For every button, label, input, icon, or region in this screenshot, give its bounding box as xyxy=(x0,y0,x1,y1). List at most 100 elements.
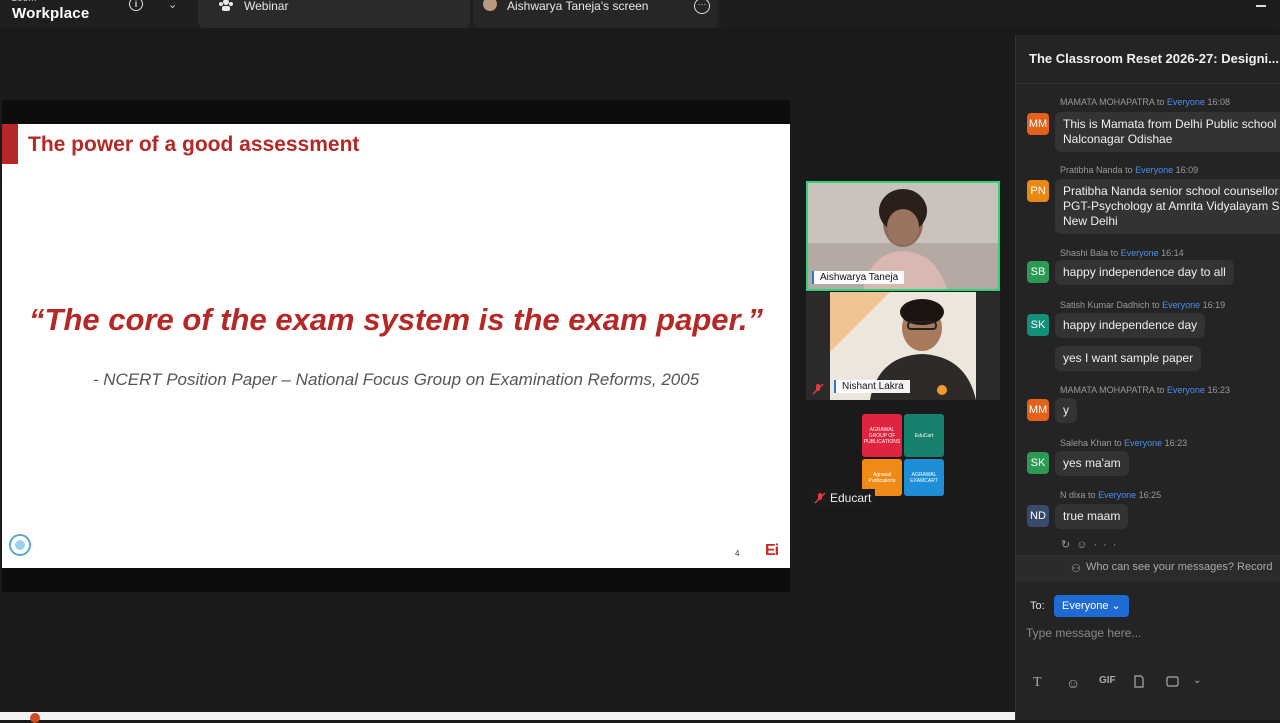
message-input[interactable] xyxy=(1024,622,1278,644)
tab-shared-screen-label: Aishwarya Taneja's screen xyxy=(507,0,649,13)
mic-off-icon xyxy=(812,382,824,395)
message-bubble[interactable]: happy independence day xyxy=(1055,313,1206,338)
reply-icon[interactable]: ↻ xyxy=(1061,539,1076,551)
to-word: to xyxy=(1156,385,1165,395)
message-time: 16:23 xyxy=(1164,438,1188,448)
slide-title: The power of a good assessment xyxy=(28,133,360,156)
tab-webinar[interactable]: Webinar xyxy=(198,0,470,28)
tab-shared-screen[interactable]: Aishwarya Taneja's screen ··· xyxy=(473,0,718,28)
message-meta: N dixa to Everyone 16:25 xyxy=(1060,490,1161,500)
message-line: y xyxy=(1063,403,1069,417)
emoji-icon[interactable]: ☺ xyxy=(1066,675,1080,691)
sender-name: MAMATA MOHAPATRA xyxy=(1060,97,1155,107)
privacy-text: Who can see your messages? Record xyxy=(1086,561,1273,573)
logo-cell-agrawal-group: AGRAWAL GROUP OF PUBLICATIONS xyxy=(862,414,902,457)
recipient[interactable]: Everyone xyxy=(1098,490,1136,500)
message-bubble[interactable]: y xyxy=(1055,398,1077,423)
message-bubble[interactable]: Pratibha Nanda senior school counsellor … xyxy=(1055,179,1280,234)
chevron-down-icon[interactable]: ⌄ xyxy=(1193,675,1201,686)
participant-name-nishant: Nishant Lakra xyxy=(834,380,910,393)
recipient[interactable]: Everyone xyxy=(1167,385,1205,395)
message-bubble[interactable]: yes I want sample paper xyxy=(1055,346,1202,371)
chat-toolbar: T ☺ GIF ⌄ xyxy=(1016,675,1280,693)
screenshot-icon[interactable] xyxy=(1166,675,1180,691)
top-bar: zoom Workplace i ⌄ Webinar Aishwarya Tan… xyxy=(0,0,1280,28)
chevron-down-icon: ⌄ xyxy=(1111,600,1121,612)
to-word: to xyxy=(1125,165,1133,175)
avatar[interactable]: SK xyxy=(1027,452,1049,474)
message-bubble[interactable]: happy independence day to all xyxy=(1055,260,1234,285)
tab-webinar-label: Webinar xyxy=(244,0,289,13)
recipient[interactable]: Everyone xyxy=(1121,248,1159,258)
participant-name-educart-label: Educart xyxy=(830,491,872,505)
message-reaction-bar: ↻☺··· xyxy=(1061,538,1122,551)
message-time: 16:14 xyxy=(1161,248,1184,258)
message-line: yes ma'am xyxy=(1063,456,1121,470)
webinar-icon xyxy=(219,0,233,11)
sender-name: Satish Kumar Dadhich xyxy=(1060,300,1150,310)
to-label: To: xyxy=(1030,600,1045,612)
avatar[interactable]: ND xyxy=(1027,505,1049,527)
privacy-notice[interactable]: ⚇ Who can see your messages? Record xyxy=(1016,555,1280,582)
sender-name: MAMATA MOHAPATRA xyxy=(1060,385,1155,395)
recipient-select-value: Everyone xyxy=(1062,600,1109,612)
message-time: 16:19 xyxy=(1202,300,1226,310)
participant-name-educart: Educart xyxy=(810,489,876,507)
emoji-react-icon[interactable]: ☺ xyxy=(1076,539,1093,551)
message-line: true maam xyxy=(1063,509,1121,523)
logo-cell-educart: EduCart xyxy=(904,414,944,457)
video-tile-aishwarya[interactable]: Aishwarya Taneja xyxy=(806,181,1000,291)
tab-bar-empty xyxy=(720,0,1280,28)
more-icon[interactable]: ··· xyxy=(1093,539,1122,551)
to-word: to xyxy=(1114,438,1122,448)
logo-cell-examcart: AGRAWAL EXAMCART xyxy=(904,459,944,496)
message-bubble[interactable]: This is Mamata from Delhi Public school … xyxy=(1055,112,1280,152)
presentation-slide: The power of a good assessment “The core… xyxy=(2,124,790,568)
recipient[interactable]: Everyone xyxy=(1167,97,1205,107)
taskbar-app-icon[interactable] xyxy=(30,713,40,723)
participant-name-aishwarya: Aishwarya Taneja xyxy=(812,271,905,284)
chevron-down-icon[interactable]: ⌄ xyxy=(168,0,177,11)
to-word: to xyxy=(1152,300,1160,310)
text-format-icon[interactable]: T xyxy=(1033,675,1042,691)
message-meta: Saleha Khan to Everyone 16:23 xyxy=(1060,438,1187,448)
recipient[interactable]: Everyone xyxy=(1124,438,1162,448)
sender-name: N dixa xyxy=(1060,490,1086,500)
message-line: Pratibha Nanda senior school counsellor xyxy=(1063,184,1279,198)
to-word: to xyxy=(1156,97,1165,107)
avatar[interactable]: SB xyxy=(1027,261,1049,283)
to-word: to xyxy=(1088,490,1096,500)
sender-name: Pratibha Nanda xyxy=(1060,165,1123,175)
message-line: This is Mamata from Delhi Public school xyxy=(1063,117,1277,131)
message-time: 16:23 xyxy=(1207,385,1230,395)
brand-small-text: zoom xyxy=(12,0,36,4)
info-icon[interactable]: i xyxy=(129,0,143,11)
message-meta: Shashi Bala to Everyone 16:14 xyxy=(1060,248,1184,258)
recipient-select[interactable]: Everyone ⌄ xyxy=(1054,595,1129,617)
message-bubble[interactable]: true maam xyxy=(1055,504,1129,529)
title-accent-bar xyxy=(2,124,18,164)
message-meta: Pratibha Nanda to Everyone 16:09 xyxy=(1060,165,1198,175)
brand-name: Workplace xyxy=(12,5,90,22)
recipient[interactable]: Everyone xyxy=(1135,165,1173,175)
message-line: happy independence day xyxy=(1063,318,1198,332)
avatar[interactable]: SK xyxy=(1027,314,1049,336)
people-icon: ⚇ xyxy=(1071,563,1081,575)
more-options-icon[interactable]: ··· xyxy=(694,0,710,14)
message-line: yes I want sample paper xyxy=(1063,351,1194,365)
avatar[interactable]: PN xyxy=(1027,180,1049,202)
gif-icon[interactable]: GIF xyxy=(1099,675,1116,686)
avatar[interactable]: MM xyxy=(1027,113,1049,135)
minimize-icon[interactable] xyxy=(1256,5,1266,7)
video-tile-nishant[interactable]: Nishant Lakra xyxy=(806,292,1000,400)
recipient[interactable]: Everyone xyxy=(1162,300,1200,310)
sender-name: Saleha Khan xyxy=(1060,438,1112,448)
message-bubble[interactable]: yes ma'am xyxy=(1055,451,1129,476)
file-icon[interactable] xyxy=(1133,675,1145,691)
video-tile-educart[interactable]: AGRAWAL GROUP OF PUBLICATIONS EduCart Ag… xyxy=(806,410,1000,510)
chat-header: The Classroom Reset 2026-27: Designi... xyxy=(1016,35,1280,84)
message-meta: MAMATA MOHAPATRA to Everyone 16:23 xyxy=(1060,385,1230,395)
to-word: to xyxy=(1110,248,1119,258)
avatar[interactable]: MM xyxy=(1027,399,1049,421)
taskbar-strip xyxy=(0,712,1015,720)
